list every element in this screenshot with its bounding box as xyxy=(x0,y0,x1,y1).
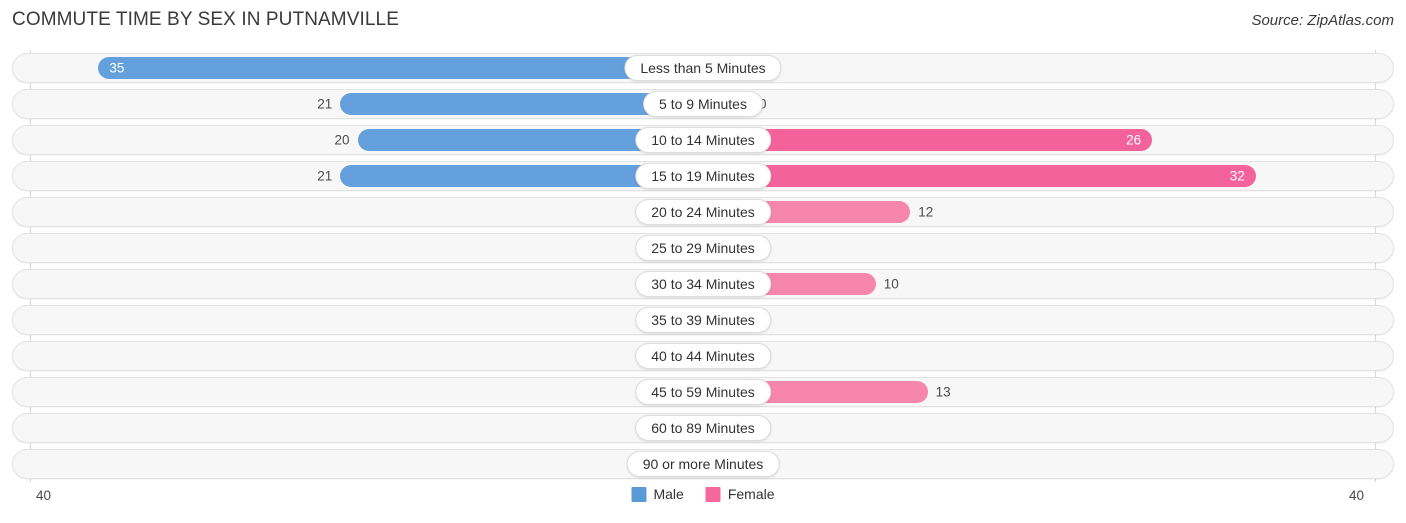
legend-label: Male xyxy=(653,486,684,502)
male-value-label: 35 xyxy=(109,60,125,76)
table-row[interactable]: 01345 to 59 Minutes xyxy=(12,377,1394,407)
commute-time-chart: COMMUTE TIME BY SEX IN PUTNAMVILLE Sourc… xyxy=(0,0,1406,523)
table-row[interactable]: 20 26 10 to 14 Minutes xyxy=(12,125,1394,155)
category-label: 90 or more Minutes xyxy=(626,451,780,477)
row-bars: 01220 to 24 Minutes xyxy=(13,198,1393,226)
category-label: Less than 5 Minutes xyxy=(624,55,782,81)
category-label: 5 to 9 Minutes xyxy=(643,91,763,117)
row-bars: 0060 to 89 Minutes xyxy=(13,414,1393,442)
table-row[interactable]: 2105 to 9 Minutes xyxy=(12,89,1394,119)
row-bars: 01345 to 59 Minutes xyxy=(13,378,1393,406)
legend-label: Female xyxy=(727,486,775,502)
row-bars: 21 32 15 to 19 Minutes xyxy=(13,162,1393,190)
plot-area: 350Less than 5 Minutes2105 to 9 Minutes2… xyxy=(0,50,1406,482)
category-label: 45 to 59 Minutes xyxy=(635,379,771,405)
axis-label-left: 40 xyxy=(36,488,52,503)
category-label: 10 to 14 Minutes xyxy=(635,127,771,153)
legend-item-male[interactable]: Male xyxy=(631,486,684,502)
category-label: 25 to 29 Minutes xyxy=(635,235,771,261)
category-label: 60 to 89 Minutes xyxy=(635,415,771,441)
male-value-label: 21 xyxy=(317,96,333,112)
category-label: 30 to 34 Minutes xyxy=(635,271,771,297)
table-row[interactable]: 0090 or more Minutes xyxy=(12,449,1394,479)
legend-swatch-icon xyxy=(631,486,647,502)
table-row[interactable]: 01030 to 34 Minutes xyxy=(12,269,1394,299)
row-bars: 350Less than 5 Minutes xyxy=(13,54,1393,82)
category-label: 35 to 39 Minutes xyxy=(635,307,771,333)
male-value-label: 21 xyxy=(317,168,333,184)
female-value-label: 10 xyxy=(883,276,899,292)
table-row[interactable]: 21 32 15 to 19 Minutes xyxy=(12,161,1394,191)
table-row[interactable]: 0040 to 44 Minutes xyxy=(12,341,1394,371)
table-row[interactable]: 0035 to 39 Minutes xyxy=(12,305,1394,335)
table-row[interactable]: 0025 to 29 Minutes xyxy=(12,233,1394,263)
category-label: 20 to 24 Minutes xyxy=(635,199,771,225)
row-bars: 0040 to 44 Minutes xyxy=(13,342,1393,370)
legend: Male Female xyxy=(631,486,775,502)
female-value-label: 12 xyxy=(918,204,934,220)
row-bars: 0090 or more Minutes xyxy=(13,450,1393,478)
row-bars: 0035 to 39 Minutes xyxy=(13,306,1393,334)
female-value-label: 32 xyxy=(1229,168,1245,184)
row-bars: 2105 to 9 Minutes xyxy=(13,90,1393,118)
table-row[interactable]: 01220 to 24 Minutes xyxy=(12,197,1394,227)
category-label: 40 to 44 Minutes xyxy=(635,343,771,369)
axis-label-right: 40 xyxy=(1349,488,1365,503)
male-value-label: 20 xyxy=(334,132,350,148)
row-bars: 20 26 10 to 14 Minutes xyxy=(13,126,1393,154)
male-bar[interactable]: 35 xyxy=(98,57,703,79)
table-row[interactable]: 0060 to 89 Minutes xyxy=(12,413,1394,443)
row-bars: 0025 to 29 Minutes xyxy=(13,234,1393,262)
female-bar[interactable]: 32 xyxy=(703,165,1256,187)
legend-swatch-icon xyxy=(705,486,721,502)
female-value-label: 13 xyxy=(935,384,951,400)
female-value-label: 26 xyxy=(1126,132,1142,148)
category-label: 15 to 19 Minutes xyxy=(635,163,771,189)
legend-item-female[interactable]: Female xyxy=(705,486,775,502)
source-attribution: Source: ZipAtlas.com xyxy=(1251,12,1394,29)
table-row[interactable]: 350Less than 5 Minutes xyxy=(12,53,1394,83)
row-bars: 01030 to 34 Minutes xyxy=(13,270,1393,298)
page-title: COMMUTE TIME BY SEX IN PUTNAMVILLE xyxy=(12,9,399,30)
